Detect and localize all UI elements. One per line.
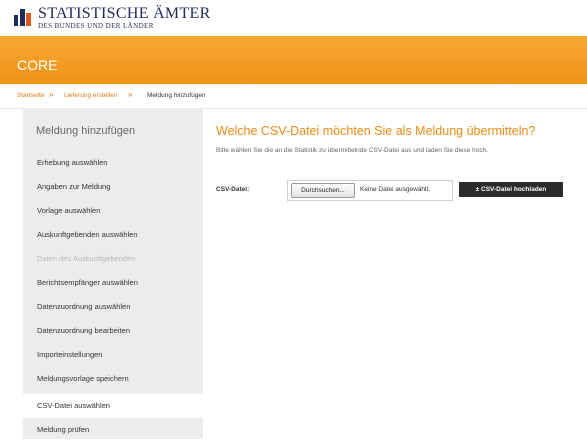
- sidebar-item-vorlage-auswaehlen[interactable]: Vorlage auswählen: [23, 199, 203, 223]
- logo-bar: STATISTISCHE ÄMTER DES BUNDES UND DER LÄ…: [0, 0, 587, 34]
- no-file-selected-text: Keine Datei ausgewählt.: [360, 186, 431, 193]
- breadcrumb: Startseite » Lieferung erstellen » Meldu…: [0, 84, 587, 109]
- upload-csv-button[interactable]: ± CSV-Datei hochladen: [459, 182, 563, 197]
- breadcrumb-link-startseite[interactable]: Startseite: [17, 92, 44, 100]
- sidebar-item-daten-des-auskunftgebenden: Daten des Auskunftgebenden: [37, 254, 136, 263]
- sidebar-item-datenzuordnung-bearbeiten[interactable]: Datenzuordnung bearbeiten: [23, 319, 203, 343]
- breadcrumb-current: Meldung hinzufügen: [147, 92, 206, 99]
- csv-file-input[interactable]: Durchsuchen... Keine Datei ausgewählt.: [287, 180, 453, 201]
- browse-button[interactable]: Durchsuchen...: [291, 183, 355, 198]
- sidebar-item-datenzuordnung-auswaehlen[interactable]: Datenzuordnung auswählen: [23, 295, 203, 319]
- logo-subtitle: DES BUNDES UND DER LÄNDER: [38, 22, 154, 30]
- sidebar-item-meldung-pruefen[interactable]: Meldung prüfen: [23, 418, 203, 442]
- breadcrumb-separator: »: [49, 90, 54, 99]
- csv-file-label: CSV-Datei:: [216, 186, 250, 193]
- app-name[interactable]: CORE: [17, 57, 57, 73]
- sidebar-title: Meldung hinzufügen: [36, 125, 136, 137]
- breadcrumb-separator: »: [128, 90, 133, 99]
- sidebar-item-auskunftgebenden-auswaehlen[interactable]: Auskunftgebenden auswählen: [23, 223, 203, 247]
- page-description: Bitte wählen Sie die an die Statistik zu…: [216, 147, 489, 154]
- logo-mark-icon: [14, 8, 32, 26]
- sidebar-item-importeinstellungen[interactable]: Importeinstellungen: [23, 343, 203, 367]
- sidebar-item-meldungsvorlage-speichern[interactable]: Meldungsvorlage speichern: [23, 367, 203, 391]
- logo-title: STATISTISCHE ÄMTER: [38, 5, 211, 22]
- sidebar-item-csv-datei-auswaehlen[interactable]: CSV-Datei auswählen: [23, 394, 203, 418]
- sidebar-item-berichtsempfaenger-auswaehlen[interactable]: Berichtsempfänger auswählen: [23, 271, 203, 295]
- breadcrumb-link-lieferung-erstellen[interactable]: Lieferung erstellen: [64, 92, 117, 100]
- sidebar-item-angaben-zur-meldung[interactable]: Angaben zur Meldung: [23, 175, 203, 199]
- page-title: Welche CSV-Datei möchten Sie als Meldung…: [216, 124, 536, 138]
- sidebar-item-erhebung-auswaehlen[interactable]: Erhebung auswählen: [23, 151, 203, 175]
- app-header: CORE: [0, 36, 587, 84]
- sidebar: Meldung hinzufügen Erhebung auswählen An…: [23, 108, 203, 439]
